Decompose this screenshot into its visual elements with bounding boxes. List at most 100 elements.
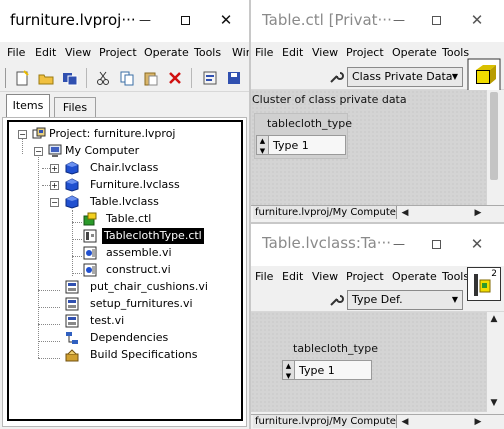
menu-edit[interactable]: Edit — [282, 46, 303, 59]
copy-icon[interactable] — [119, 70, 135, 86]
minimize-button[interactable]: — — [387, 232, 411, 256]
scroll-left-button[interactable]: ◀ — [398, 206, 412, 220]
tablecloth-type-ring[interactable]: ▲ ▼ Type 1 — [282, 360, 372, 380]
collapse-icon[interactable]: − — [34, 147, 43, 156]
menu-view[interactable]: View — [65, 46, 91, 59]
scroll-right-button[interactable]: ▶ — [471, 206, 485, 220]
save-all-icon[interactable] — [62, 70, 78, 86]
scroll-down-button[interactable]: ▼ — [487, 396, 501, 410]
close-button[interactable]: ✕ — [465, 232, 489, 256]
collapse-icon[interactable]: − — [18, 130, 27, 139]
tab-files-label: Files — [62, 101, 88, 114]
menu-file[interactable]: File — [255, 270, 273, 283]
typedef-canvas[interactable]: tablecloth_type ▲ ▼ Type 1 — [251, 312, 487, 412]
save-project-icon[interactable] — [226, 70, 242, 86]
tree-item-test-vi[interactable]: test.vi — [9, 313, 241, 330]
table-ctl-titlebar[interactable]: Table.ctl [Privat··· — ✕ — [251, 0, 504, 42]
control-type-dropdown[interactable]: Type Def. ▼ — [347, 290, 463, 310]
collapse-icon[interactable]: − — [50, 198, 59, 207]
table-ctl-window-title: Table.ctl [Privat··· — [262, 11, 392, 29]
tree-item-assemble-vi[interactable]: assemble.vi — [9, 245, 241, 262]
class-cube-icon — [65, 195, 79, 209]
vertical-scrollbar[interactable]: ▲ ▼ — [487, 312, 501, 414]
project-tree[interactable]: − Project: furniture.lvproj − My Compute… — [7, 120, 243, 421]
tree-item-setup-furnitures-vi[interactable]: setup_furnitures.vi — [9, 296, 241, 313]
menu-tools[interactable]: Tools — [442, 46, 469, 59]
tree-item-dependencies[interactable]: Dependencies — [9, 330, 241, 347]
wrench-icon[interactable] — [328, 69, 344, 85]
project-tabs: Items Files — [0, 93, 248, 118]
tree-item-build-specifications[interactable]: Build Specifications — [9, 347, 241, 364]
maximize-button[interactable] — [173, 8, 197, 32]
menu-operate[interactable]: Operate — [392, 46, 437, 59]
menu-project[interactable]: Project — [346, 270, 384, 283]
tab-items[interactable]: Items — [6, 94, 50, 118]
maximize-button[interactable] — [424, 232, 448, 256]
typedef-window: Table.lvclass:Ta··· — ✕ File Edit View P… — [251, 224, 504, 429]
tree-item-construct-vi[interactable]: construct.vi — [9, 262, 241, 279]
ring-increment-decrement[interactable]: ▲ ▼ — [283, 361, 295, 380]
control-label: tablecloth_type — [293, 342, 379, 355]
menu-file[interactable]: File — [255, 46, 273, 59]
tree-item-my-computer[interactable]: − My Computer — [9, 143, 241, 160]
tree-item-table-class[interactable]: − Table.lvclass — [9, 194, 241, 211]
tablecloth-type-ring[interactable]: ▲ ▼ Type 1 — [256, 135, 346, 155]
menu-tools[interactable]: Tools — [442, 270, 469, 283]
menu-operate[interactable]: Operate — [392, 270, 437, 283]
table-ctl-canvas[interactable]: Cluster of class private data tablecloth… — [251, 90, 487, 206]
menu-edit[interactable]: Edit — [35, 46, 56, 59]
delete-icon[interactable] — [167, 70, 183, 86]
vi-icon — [65, 280, 79, 294]
paste-icon[interactable] — [143, 70, 159, 86]
expand-icon[interactable]: + — [50, 181, 59, 190]
project-icon — [32, 127, 46, 139]
minimize-button[interactable]: — — [133, 8, 157, 32]
close-button[interactable]: ✕ — [214, 8, 238, 32]
menu-tools[interactable]: Tools — [194, 46, 221, 59]
minimize-button[interactable]: — — [387, 8, 411, 32]
control-type-dropdown[interactable]: Class Private Data ▼ — [347, 67, 463, 87]
scroll-thumb[interactable] — [490, 92, 498, 180]
project-settings-icon[interactable] — [202, 70, 218, 86]
menu-project[interactable]: Project — [99, 46, 137, 59]
tree-item-project[interactable]: − Project: furniture.lvproj — [9, 126, 241, 143]
typedef-window-title: Table.lvclass:Ta··· — [262, 234, 390, 252]
vi-icon — [65, 297, 79, 311]
scroll-right-button[interactable]: ▶ — [471, 415, 485, 429]
menu-window[interactable]: Wir — [232, 46, 249, 59]
control-type-value: Class Private Data — [352, 70, 453, 83]
tree-item-put-chair-cushions-vi[interactable]: put_chair_cushions.vi — [9, 279, 241, 296]
maximize-icon — [431, 240, 441, 249]
tree-item-chair-class[interactable]: + Chair.lvclass — [9, 160, 241, 177]
vi-icon — [83, 263, 97, 277]
close-button[interactable]: ✕ — [465, 8, 489, 32]
menu-view[interactable]: View — [312, 46, 338, 59]
open-icon[interactable] — [38, 70, 54, 86]
control-type-value: Type Def. — [352, 293, 403, 306]
menu-view[interactable]: View — [312, 270, 338, 283]
new-icon[interactable] — [14, 70, 30, 86]
menu-edit[interactable]: Edit — [282, 270, 303, 283]
icon-number: 2 — [491, 269, 497, 279]
maximize-button[interactable] — [424, 8, 448, 32]
wrench-icon[interactable] — [328, 292, 344, 308]
menu-file[interactable]: File — [7, 46, 25, 59]
vertical-scrollbar[interactable] — [487, 90, 501, 208]
menu-project[interactable]: Project — [346, 46, 384, 59]
scroll-up-button[interactable]: ▲ — [487, 312, 501, 326]
tree-item-furniture-class[interactable]: + Furniture.lvclass — [9, 177, 241, 194]
tree-item-tablecloth-type-ctl[interactable]: TableclothType.ctl — [9, 228, 241, 245]
menu-operate[interactable]: Operate — [144, 46, 189, 59]
vi-icon — [65, 314, 79, 328]
cut-icon[interactable] — [95, 70, 111, 86]
tree-label: setup_furnitures.vi — [90, 297, 193, 310]
typedef-toolbar: Type Def. ▼ 2 — [251, 267, 504, 312]
ring-increment-decrement[interactable]: ▲ ▼ — [257, 136, 269, 155]
project-titlebar[interactable]: furniture.lvproj··· — ✕ — [0, 0, 249, 42]
scroll-left-button[interactable]: ◀ — [398, 415, 412, 429]
expand-icon[interactable]: + — [50, 164, 59, 173]
tree-item-table-ctl[interactable]: Table.ctl — [9, 211, 241, 228]
control-label: tablecloth_type — [267, 117, 353, 130]
typedef-titlebar[interactable]: Table.lvclass:Ta··· — ✕ — [251, 224, 504, 266]
tab-files[interactable]: Files — [54, 97, 96, 118]
